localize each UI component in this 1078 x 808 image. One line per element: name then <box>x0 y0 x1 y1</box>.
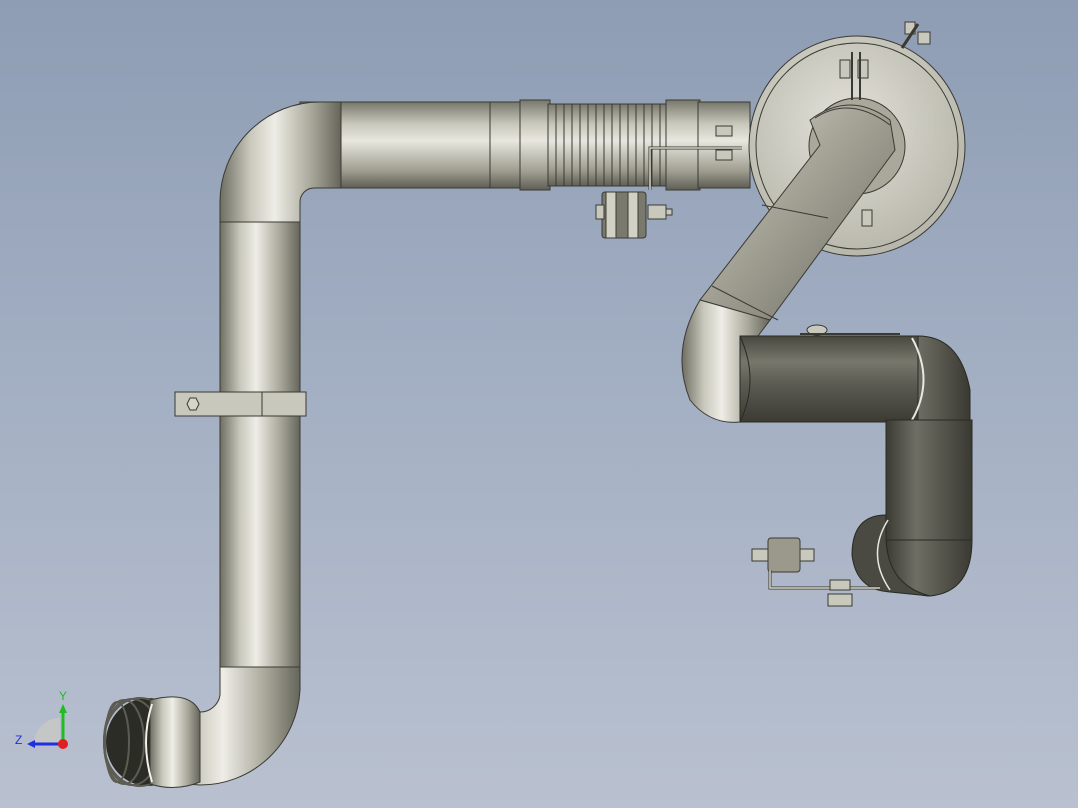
left-pipe-run[interactable] <box>103 101 526 788</box>
cad-viewport[interactable]: Y Z <box>0 0 1078 808</box>
bottom-bellows[interactable] <box>103 696 201 788</box>
cad-model-scene[interactable]: Y Z <box>0 0 1078 808</box>
hex-bolt-icon <box>186 397 200 411</box>
x-axis-dot <box>58 739 68 749</box>
bellows-mount-bracket[interactable] <box>595 191 673 239</box>
flex-bellows-section[interactable] <box>519 99 751 191</box>
pipe-clamp[interactable] <box>174 391 307 417</box>
view-orientation-triad: Y Z <box>15 689 68 749</box>
y-axis-label: Y <box>59 689 67 703</box>
z-axis-label: Z <box>15 733 22 747</box>
top-left-elbow[interactable] <box>219 101 342 223</box>
vertical-pipe[interactable] <box>219 221 301 668</box>
